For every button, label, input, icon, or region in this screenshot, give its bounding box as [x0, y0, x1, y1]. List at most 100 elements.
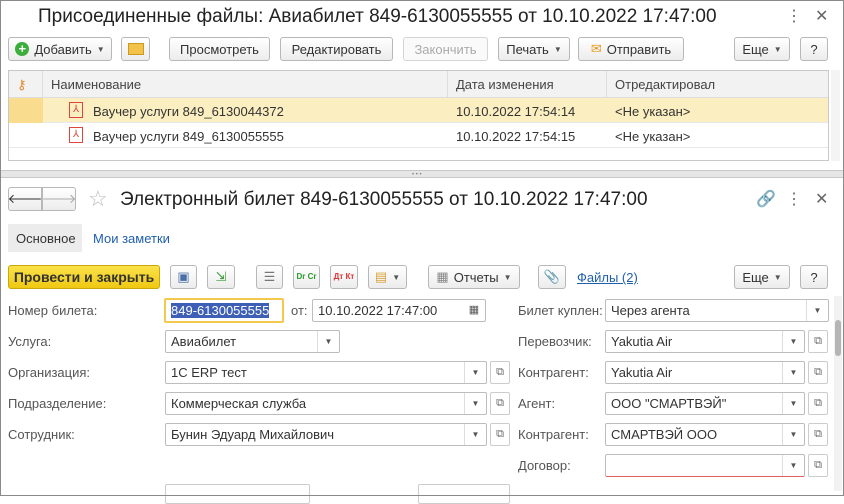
attach-button[interactable]: 📎 [538, 265, 566, 289]
dt-kt-button[interactable]: Дт Кт [330, 265, 358, 289]
date-field[interactable]: 10.10.2022 17:47:00 ▦ [312, 299, 486, 322]
help-button[interactable]: ? [800, 37, 828, 61]
employee-field[interactable]: Бунин Эдуард Михайлович ▼ [165, 423, 487, 446]
carrier-label: Перевозчик: [518, 334, 592, 349]
agent-value: ООО "СМАРТВЭЙ" [611, 396, 727, 411]
folder-add-icon [127, 43, 144, 55]
table-scrollbar[interactable] [831, 70, 840, 161]
save-button[interactable]: ▣ [170, 265, 197, 289]
dropdown-icon[interactable]: ▼ [782, 424, 804, 445]
organization-value: 1С ERP тест [171, 365, 247, 380]
create-based-on-button[interactable]: ▤ ▼ [368, 265, 407, 289]
more-vertical-icon[interactable]: ⋮ [786, 189, 802, 209]
column-header-name[interactable]: Наименование [43, 71, 448, 98]
document-chart-icon: ▤ [374, 269, 388, 284]
dropdown-icon[interactable]: ▼ [317, 331, 339, 352]
agent-counterparty-field[interactable]: СМАРТВЭЙ ООО ▼ [605, 423, 805, 446]
bought-label: Билет куплен: [518, 303, 603, 318]
paperclip-icon: 📎 [543, 269, 561, 284]
column-header-date[interactable]: Дата изменения [448, 71, 607, 98]
dropdown-icon[interactable]: ▼ [464, 393, 486, 414]
column-header-editor[interactable]: Отредактировал [607, 71, 828, 98]
files-table: ⚷ Наименование Дата изменения Отредактир… [8, 70, 829, 161]
file-date: 10.10.2022 17:54:14 [456, 104, 576, 119]
post-and-close-button[interactable]: Провести и закрыть [8, 265, 160, 289]
structure-button[interactable]: ☰ [256, 265, 283, 289]
agent-field[interactable]: ООО "СМАРТВЭЙ" ▼ [605, 392, 805, 415]
post-button[interactable]: ⇲ [207, 265, 235, 289]
dropdown-icon[interactable]: ▼ [782, 455, 804, 476]
form-scrollbar[interactable] [834, 296, 842, 491]
department-field[interactable]: Коммерческая служба ▼ [165, 392, 487, 415]
employee-label: Сотрудник: [8, 427, 75, 442]
dr-cr-button[interactable]: Dr Cr [293, 265, 320, 289]
contract-field[interactable]: ▼ [605, 454, 805, 477]
counterparty-field[interactable]: Yakutia Air ▼ [605, 361, 805, 384]
add-button[interactable]: + Добавить ▼ [8, 37, 112, 61]
new-folder-button[interactable] [121, 37, 150, 61]
open-organization-button[interactable]: ⧉ [490, 361, 510, 384]
dropdown-icon[interactable]: ▼ [782, 362, 804, 383]
ticket-number-field[interactable]: 849-6130055555 [164, 298, 284, 323]
open-department-button[interactable]: ⧉ [490, 392, 510, 415]
table-row[interactable]: ⅄ Ваучер услуги 849_6130055555 10.10.202… [9, 123, 828, 148]
dropdown-icon[interactable]: ▼ [782, 393, 804, 414]
close-icon[interactable]: ✕ [815, 6, 828, 26]
file-date: 10.10.2022 17:54:15 [456, 129, 576, 144]
tab-main[interactable]: Основное [8, 224, 82, 252]
table-row[interactable]: ⅄ Ваучер услуги 849_6130044372 10.10.202… [9, 98, 828, 123]
scrollbar-thumb[interactable] [835, 320, 841, 356]
dropdown-icon[interactable]: ▼ [464, 424, 486, 445]
print-label: Печать [506, 41, 549, 57]
window-splitter[interactable]: • • • [0, 170, 844, 178]
organization-field[interactable]: 1С ERP тест ▼ [165, 361, 487, 384]
finish-button[interactable]: Закончить [403, 37, 488, 61]
dropdown-icon[interactable]: ▼ [806, 300, 828, 321]
calendar-icon[interactable]: ▦ [463, 300, 485, 321]
signature-column-header[interactable]: ⚷ [9, 71, 43, 98]
more-button[interactable]: Еще ▼ [734, 37, 790, 61]
pdf-file-icon: ⅄ [69, 127, 83, 143]
department-value: Коммерческая служба [171, 396, 307, 411]
service-label: Услуга: [8, 334, 52, 349]
caret-icon: ▼ [553, 44, 562, 54]
dropdown-icon[interactable]: ▼ [782, 331, 804, 352]
plus-circle-icon: + [15, 42, 30, 56]
open-contract-button[interactable]: ⧉ [808, 454, 828, 477]
bought-field[interactable]: Через агента ▼ [605, 299, 829, 322]
open-carrier-button[interactable]: ⧉ [808, 330, 828, 353]
partial-field[interactable] [165, 484, 310, 504]
reports-label: Отчеты [453, 269, 499, 285]
files-link[interactable]: Файлы (2) [577, 270, 638, 285]
print-button[interactable]: Печать ▼ [498, 37, 570, 61]
caret-icon: ▼ [773, 44, 782, 54]
favorite-star-icon[interactable]: ☆ [88, 186, 108, 212]
open-employee-button[interactable]: ⧉ [490, 423, 510, 446]
open-counterparty-button[interactable]: ⧉ [808, 361, 828, 384]
edit-button[interactable]: Редактировать [280, 37, 393, 61]
view-button[interactable]: Просмотреть [169, 37, 270, 61]
open-agent-button[interactable]: ⧉ [808, 392, 828, 415]
forward-button[interactable]: 🡒 [42, 187, 76, 211]
list-icon: ☰ [263, 269, 276, 284]
carrier-field[interactable]: Yakutia Air ▼ [605, 330, 805, 353]
help-button[interactable]: ? [800, 265, 828, 289]
open-agent-counterparty-button[interactable]: ⧉ [808, 423, 828, 446]
arrow-right-icon: 🡒 [41, 191, 77, 206]
department-label: Подразделение: [8, 396, 107, 411]
more-vertical-icon[interactable]: ⋮ [786, 6, 802, 26]
send-button[interactable]: ✉ Отправить [578, 37, 684, 61]
tab-my-notes[interactable]: Мои заметки [93, 231, 170, 246]
close-icon[interactable]: ✕ [815, 189, 828, 209]
dropdown-icon[interactable]: ▼ [464, 362, 486, 383]
service-field[interactable]: Авиабилет ▼ [165, 330, 340, 353]
more-label: Еще [742, 41, 769, 57]
more-button[interactable]: Еще ▼ [734, 265, 790, 289]
link-icon[interactable]: 🔗 [756, 189, 776, 209]
ticket-number-value: 849-6130055555 [171, 303, 270, 318]
send-label: Отправить [606, 41, 672, 57]
reports-button[interactable]: ▦ Отчеты ▼ [428, 265, 520, 289]
back-button[interactable]: 🡐 [8, 187, 42, 211]
partial-field[interactable] [418, 484, 510, 504]
file-editor: <Не указан> [615, 129, 691, 144]
